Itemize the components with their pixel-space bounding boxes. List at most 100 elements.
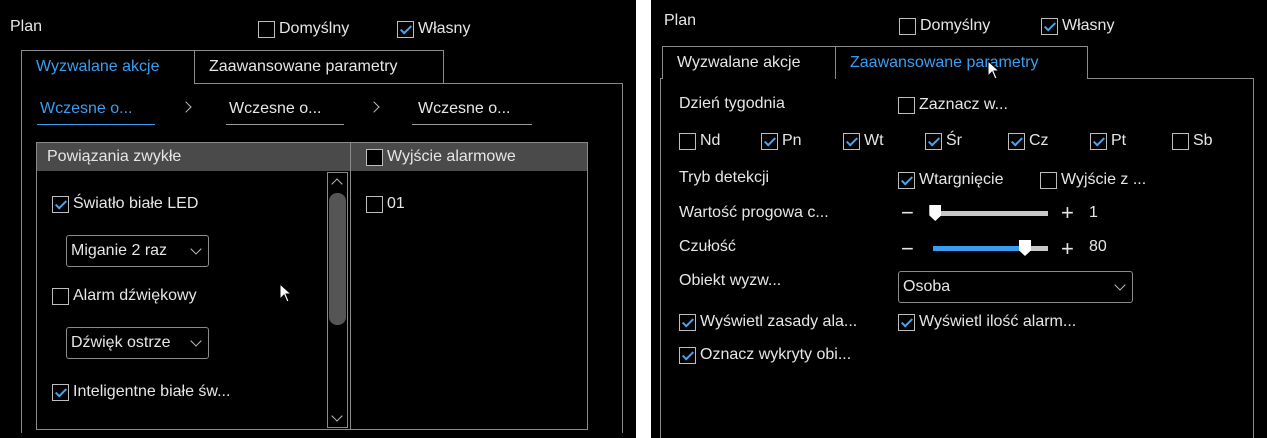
mode-default-option[interactable]: Domyślny — [258, 20, 349, 38]
day-wednesday[interactable]: Śr — [925, 132, 962, 150]
mark-object-label: Oznacz wykryty obi... — [700, 346, 852, 363]
led-light-checkbox[interactable] — [52, 195, 69, 213]
tab-triggered-actions[interactable]: Wyzwalane akcje — [21, 50, 195, 83]
alarm-output-01-checkbox[interactable] — [366, 195, 383, 213]
alarm-output-01[interactable]: 01 — [366, 195, 405, 213]
day-tuesday-label: Wt — [864, 132, 884, 149]
sound-alarm-checkbox[interactable] — [52, 287, 69, 305]
plus-icon[interactable]: + — [1061, 238, 1074, 260]
chevron-down-icon — [1114, 279, 1126, 291]
warning-sound-dropdown[interactable]: Dźwięk ostrze — [66, 327, 209, 359]
alarm-output-header[interactable]: Wyjście alarmowe — [351, 143, 587, 171]
day-saturday-label: Sb — [1193, 132, 1213, 149]
mode-default-option[interactable]: Domyślny — [899, 17, 990, 35]
sound-alarm-option[interactable]: Alarm dźwiękowy — [52, 287, 197, 305]
select-all-label: Zaznacz w... — [919, 96, 1008, 113]
trigger-object-value: Osoba — [903, 278, 951, 295]
warning-sound-value: Dźwięk ostrze — [71, 334, 171, 351]
day-wednesday-checkbox[interactable] — [925, 132, 942, 150]
scrollbar-thumb[interactable] — [329, 193, 346, 325]
smart-light-label: Inteligentne białe św... — [73, 383, 231, 400]
day-tuesday[interactable]: Wt — [843, 132, 884, 150]
mode-default-label: Domyślny — [920, 17, 991, 34]
scroll-up-icon[interactable] — [331, 178, 343, 190]
breadcrumb-underline-2 — [226, 124, 344, 125]
mode-custom-label: Własny — [418, 20, 471, 37]
day-sunday-checkbox[interactable] — [679, 132, 696, 150]
alarm-output-header-label: Wyjście alarmowe — [387, 148, 516, 165]
mark-object-option[interactable]: Oznacz wykryty obi... — [679, 346, 851, 364]
scroll-down-icon[interactable] — [331, 410, 343, 422]
day-thursday-checkbox[interactable] — [1008, 132, 1025, 150]
sensitivity-value: 80 — [1089, 238, 1107, 255]
show-rules-option[interactable]: Wyświetl zasady ala... — [679, 313, 857, 331]
trigger-object-label: Obiekt wyzw... — [679, 272, 782, 289]
plan-label: Plan — [10, 18, 43, 35]
left-settings-panel: Plan Domyślny Własny Wyzwalane akcje Zaa… — [0, 0, 636, 438]
breadcrumb-step-3[interactable]: Wczesne o... — [418, 100, 510, 118]
sensitivity-label: Czułość — [679, 238, 736, 255]
select-all-checkbox[interactable] — [898, 96, 915, 114]
alarm-output-box — [350, 142, 588, 430]
day-monday-checkbox[interactable] — [761, 132, 778, 150]
led-light-label: Światło białe LED — [73, 195, 199, 212]
day-friday[interactable]: Pt — [1090, 132, 1126, 150]
mode-default-checkbox[interactable] — [258, 20, 275, 38]
smart-light-checkbox[interactable] — [52, 383, 69, 401]
tab-triggered-actions[interactable]: Wyzwalane akcje — [662, 46, 836, 79]
trigger-object-dropdown[interactable]: Osoba — [898, 271, 1133, 303]
mode-default-label: Domyślny — [279, 20, 350, 37]
day-friday-checkbox[interactable] — [1090, 132, 1107, 150]
exit-checkbox[interactable] — [1040, 171, 1057, 189]
threshold-label: Wartość progowa c... — [679, 204, 829, 221]
minus-icon[interactable]: − — [901, 202, 914, 224]
day-thursday-label: Cz — [1029, 132, 1049, 149]
day-saturday-checkbox[interactable] — [1172, 132, 1189, 150]
day-thursday[interactable]: Cz — [1008, 132, 1049, 150]
mark-object-checkbox[interactable] — [679, 346, 696, 364]
flash-mode-dropdown[interactable]: Miganie 2 raz — [66, 235, 209, 267]
linkage-scrollbar[interactable] — [327, 172, 348, 428]
select-all-option[interactable]: Zaznacz w... — [898, 96, 1008, 114]
intrusion-checkbox[interactable] — [898, 171, 915, 189]
intrusion-option[interactable]: Wtargnięcie — [898, 171, 1003, 189]
threshold-slider[interactable] — [933, 211, 1048, 216]
alarm-output-all-checkbox[interactable] — [366, 148, 383, 166]
exit-option[interactable]: Wyjście z ... — [1040, 171, 1146, 189]
flash-mode-value: Miganie 2 raz — [71, 242, 168, 259]
show-count-option[interactable]: Wyświetl ilość alarm... — [898, 313, 1076, 331]
tab-advanced-parameters[interactable]: Zaawansowane parametry — [194, 50, 444, 83]
detection-mode-label: Tryb detekcji — [679, 169, 770, 186]
mouse-cursor-icon — [279, 283, 293, 303]
breadcrumb-underline-3 — [412, 124, 532, 125]
day-sunday-label: Nd — [700, 132, 721, 149]
chevron-down-icon — [190, 243, 202, 255]
linkage-header: Powiązania zwykłe — [37, 143, 350, 171]
mode-custom-checkbox[interactable] — [1041, 17, 1058, 35]
mode-custom-option[interactable]: Własny — [1041, 17, 1114, 35]
day-saturday[interactable]: Sb — [1172, 132, 1213, 150]
exit-label: Wyjście z ... — [1061, 171, 1147, 188]
mode-custom-option[interactable]: Własny — [397, 20, 470, 38]
breadcrumb-step-1[interactable]: Wczesne o... — [40, 100, 132, 118]
alarm-output-01-label: 01 — [387, 195, 405, 212]
smart-light-option[interactable]: Inteligentne białe św... — [52, 383, 230, 401]
led-light-option[interactable]: Światło białe LED — [52, 195, 198, 213]
mouse-cursor-icon — [987, 60, 1001, 80]
day-wednesday-label: Śr — [946, 132, 962, 149]
show-rules-label: Wyświetl zasady ala... — [700, 313, 858, 330]
minus-icon[interactable]: − — [901, 238, 914, 260]
plus-icon[interactable]: + — [1061, 202, 1074, 224]
right-settings-panel: Plan Domyślny Własny Wyzwalane akcje Zaa… — [651, 0, 1267, 438]
day-monday[interactable]: Pn — [761, 132, 802, 150]
day-sunday[interactable]: Nd — [679, 132, 720, 150]
day-tuesday-checkbox[interactable] — [843, 132, 860, 150]
tab-advanced-parameters[interactable]: Zaawansowane parametry — [835, 46, 1088, 79]
show-count-checkbox[interactable] — [898, 313, 915, 331]
show-rules-checkbox[interactable] — [679, 313, 696, 331]
sensitivity-slider-fill — [933, 246, 1025, 251]
breadcrumb-step-2[interactable]: Wczesne o... — [229, 100, 321, 118]
mode-default-checkbox[interactable] — [899, 17, 916, 35]
mode-custom-checkbox[interactable] — [397, 20, 414, 38]
sound-alarm-label: Alarm dźwiękowy — [73, 287, 197, 304]
